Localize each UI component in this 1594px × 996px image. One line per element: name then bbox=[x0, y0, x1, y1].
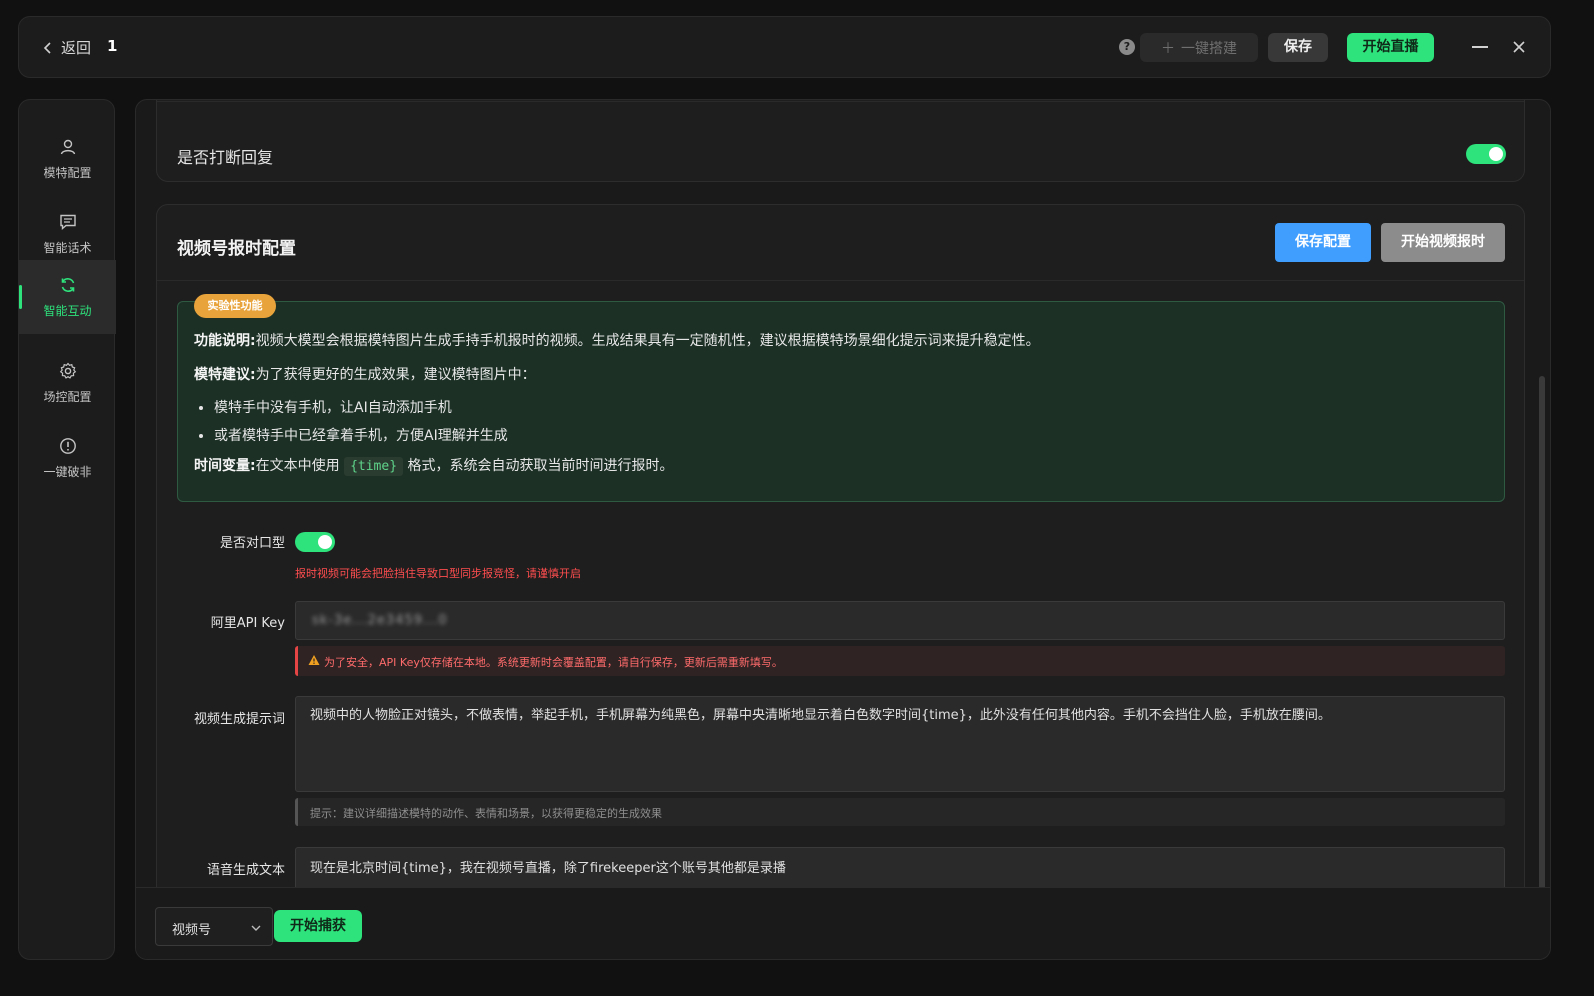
save-button[interactable]: 保存 bbox=[1268, 33, 1328, 62]
platform-select[interactable]: 视频号 bbox=[155, 907, 273, 946]
plus-icon: ＋ bbox=[1161, 40, 1175, 57]
sidebar: 模特配置 智能话术 智能互动 场控配置 一键破非 bbox=[18, 99, 116, 960]
back-button[interactable]: 返回 bbox=[41, 37, 91, 58]
video-prompt-label: 视频生成提示词 bbox=[193, 712, 285, 727]
alert-circle-icon bbox=[59, 437, 76, 454]
interrupt-reply-card: 是否打断回复 bbox=[156, 100, 1525, 182]
divider bbox=[157, 101, 1524, 102]
help-icon[interactable]: ? bbox=[1119, 39, 1135, 55]
interrupt-reply-label: 是否打断回复 bbox=[177, 148, 274, 167]
user-icon bbox=[60, 139, 75, 154]
scrollbar[interactable] bbox=[1539, 376, 1545, 936]
video-prompt-value: 视频中的人物脸正对镜头，不做表情，举起手机，手机屏幕为纯黑色，屏幕中央清晰地显示… bbox=[310, 708, 1331, 723]
onekey-setup-label: 一键搭建 bbox=[1181, 40, 1237, 57]
start-capture-button[interactable]: 开始捕获 bbox=[274, 910, 362, 942]
gear-icon bbox=[59, 362, 76, 379]
function-text: 视频大模型会根据模特图片生成手持手机报时的视频。生成结果具有一定随机性，建议根据… bbox=[255, 333, 1040, 349]
minimize-icon[interactable] bbox=[1472, 46, 1488, 48]
model-text: 为了获得更好的生成效果，建议模特图片中： bbox=[255, 367, 536, 383]
video-prompt-textarea[interactable]: 视频中的人物脸正对镜头，不做表情，举起手机，手机屏幕为纯黑色，屏幕中央清晰地显示… bbox=[295, 696, 1505, 792]
main-content: 是否打断回复 视频号报时配置 保存配置 开始视频报时 实验性功能 功能说明:视频… bbox=[135, 99, 1551, 960]
time-variable: 时间变量:在文本中使用 {time} 格式，系统会自动获取当前时间进行报时。 bbox=[194, 455, 674, 476]
onekey-setup-button[interactable]: ＋ 一键搭建 bbox=[1140, 33, 1258, 62]
time-text-after: 格式，系统会自动获取当前时间进行报时。 bbox=[407, 458, 674, 474]
card-title: 视频号报时配置 bbox=[177, 239, 296, 259]
sidebar-item-label: 智能互动 bbox=[43, 303, 92, 318]
title-bar: 返回 1 ? ＋ 一键搭建 保存 开始直播 bbox=[18, 16, 1551, 78]
sidebar-item-label: 模特配置 bbox=[43, 165, 92, 180]
video-prompt-hint: 提示：建议详细描述模特的动作、表情和场景，以获得更稳定的生成效果 bbox=[295, 798, 1505, 826]
warning-icon bbox=[308, 655, 320, 665]
time-title: 时间变量: bbox=[194, 458, 256, 474]
experimental-badge: 实验性功能 bbox=[194, 294, 276, 318]
api-key-input[interactable]: sk-3e...2e3459...0 bbox=[295, 601, 1505, 640]
chevron-left-icon bbox=[43, 41, 51, 54]
api-key-alert: 为了安全，API Key仅存储在本地。系统更新时会覆盖配置，请自行保存，更新后需… bbox=[295, 646, 1505, 676]
experimental-notice: 实验性功能 功能说明:视频大模型会根据模特图片生成手持手机报时的视频。生成结果具… bbox=[177, 294, 1505, 502]
divider bbox=[157, 280, 1524, 281]
voice-text-value: 现在是北京时间{time}，我在视频号直播，除了firekeeper这个账号其他… bbox=[310, 861, 786, 876]
video-time-config-card: 视频号报时配置 保存配置 开始视频报时 实验性功能 功能说明:视频大模型会根据模… bbox=[156, 204, 1525, 959]
sidebar-item-label: 一键破非 bbox=[43, 464, 92, 479]
sidebar-item-label: 智能话术 bbox=[43, 240, 92, 255]
refresh-icon bbox=[61, 277, 74, 292]
sidebar-item-smart-interaction[interactable]: 智能互动 bbox=[19, 260, 116, 334]
suggestion-list: 模特手中没有手机，让AI自动添加手机 或者模特手中已经拿着手机，方便AI理解并生… bbox=[214, 394, 508, 450]
bottom-bar: 视频号 开始捕获 bbox=[136, 887, 1550, 959]
api-key-label: 阿里API Key bbox=[210, 616, 285, 631]
sidebar-item-label: 场控配置 bbox=[43, 389, 92, 404]
page-title: 1 bbox=[107, 37, 118, 55]
lip-sync-toggle[interactable] bbox=[295, 532, 335, 552]
time-text-before: 在文本中使用 bbox=[255, 458, 340, 474]
message-icon bbox=[59, 214, 76, 230]
sidebar-item-scene-control[interactable]: 场控配置 bbox=[19, 346, 116, 420]
list-item: 或者模特手中已经拿着手机，方便AI理解并生成 bbox=[214, 422, 508, 450]
sidebar-item-model-config[interactable]: 模特配置 bbox=[19, 122, 116, 196]
chevron-down-icon bbox=[251, 925, 261, 931]
time-code: {time} bbox=[344, 457, 404, 476]
api-key-alert-text: 为了安全，API Key仅存储在本地。系统更新时会覆盖配置，请自行保存，更新后需… bbox=[324, 656, 783, 669]
start-live-button[interactable]: 开始直播 bbox=[1347, 33, 1434, 62]
function-description: 功能说明:视频大模型会根据模特图片生成手持手机报时的视频。生成结果具有一定随机性… bbox=[194, 330, 1040, 350]
function-title: 功能说明: bbox=[194, 333, 256, 349]
back-label: 返回 bbox=[61, 39, 92, 57]
list-item: 模特手中没有手机，让AI自动添加手机 bbox=[214, 394, 508, 422]
model-title: 模特建议: bbox=[194, 367, 256, 383]
video-prompt-hint-text: 提示：建议详细描述模特的动作、表情和场景，以获得更稳定的生成效果 bbox=[310, 807, 662, 820]
voice-text-label: 语音生成文本 bbox=[206, 863, 285, 878]
close-icon[interactable] bbox=[1511, 39, 1527, 55]
platform-select-value: 视频号 bbox=[172, 923, 212, 938]
lip-sync-warning: 报时视频可能会把脸挡住导致口型同步报竞怪，请谨慎开启 bbox=[295, 567, 581, 580]
lip-sync-label: 是否对口型 bbox=[219, 536, 285, 551]
start-video-time-button[interactable]: 开始视频报时 bbox=[1381, 223, 1505, 262]
api-key-value: sk-3e...2e3459...0 bbox=[312, 613, 448, 628]
interrupt-reply-toggle[interactable] bbox=[1466, 144, 1506, 164]
model-suggestion: 模特建议:为了获得更好的生成效果，建议模特图片中： bbox=[194, 364, 536, 384]
sidebar-item-one-click-fix[interactable]: 一键破非 bbox=[19, 421, 116, 495]
save-config-button[interactable]: 保存配置 bbox=[1275, 223, 1371, 262]
